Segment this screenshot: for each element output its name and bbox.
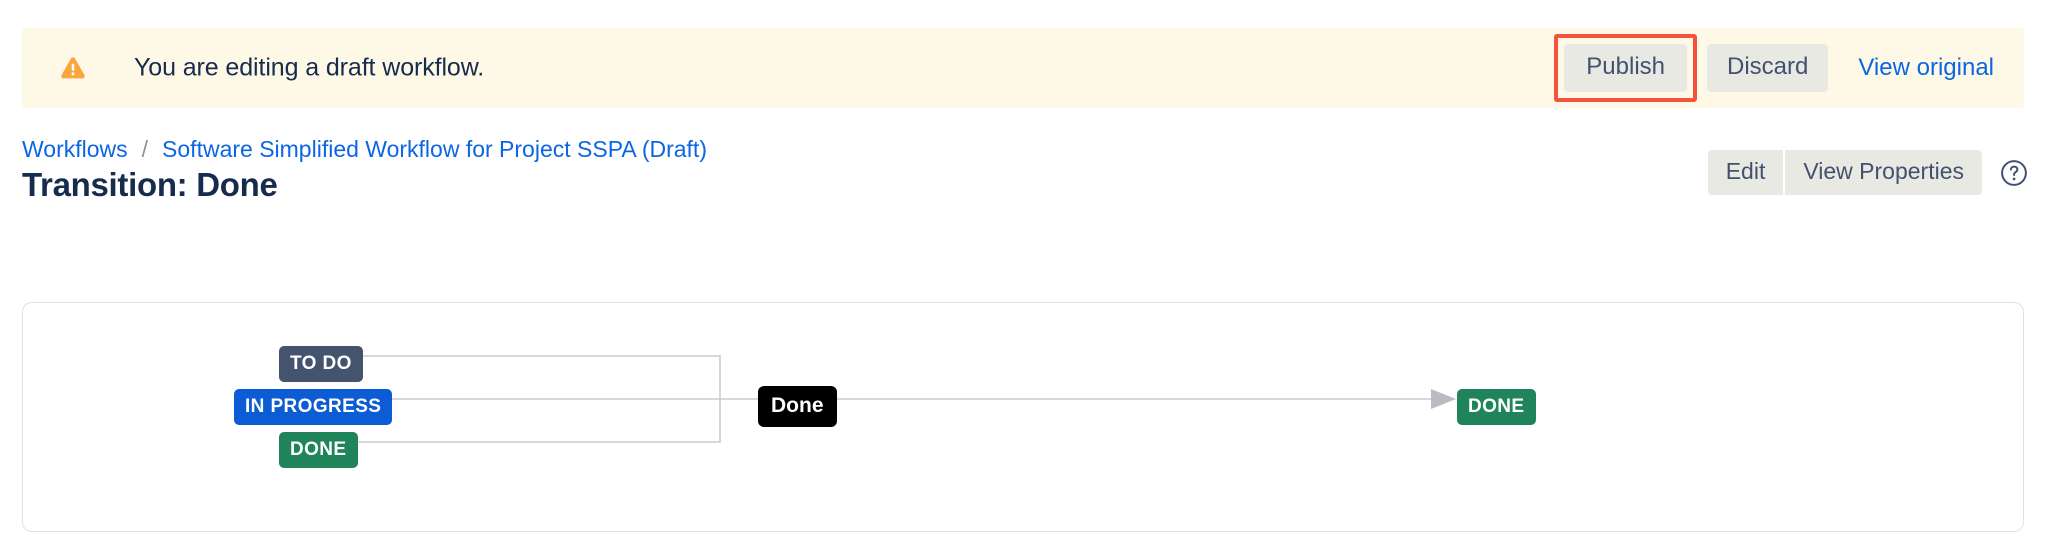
status-lozenge-done-target[interactable]: DONE — [1457, 389, 1536, 425]
breadcrumb-separator: / — [141, 136, 149, 162]
workflow-diagram-card: TO DO IN PROGRESS DONE Done DONE — [22, 302, 2024, 532]
breadcrumb-workflows-link[interactable]: Workflows — [22, 136, 128, 163]
view-original-link[interactable]: View original — [1858, 54, 1994, 82]
edit-button[interactable]: Edit — [1707, 150, 1784, 195]
publish-highlight-box: Publish — [1554, 34, 1697, 102]
question-circle-icon[interactable] — [2000, 159, 2028, 187]
banner-actions: Publish Discard View original — [1554, 34, 1994, 102]
page-title: Transition: Done — [22, 166, 278, 203]
status-lozenge-todo[interactable]: TO DO — [279, 346, 363, 382]
draft-workflow-banner: You are editing a draft workflow. Publis… — [22, 28, 2024, 108]
view-properties-button[interactable]: View Properties — [1785, 150, 1982, 195]
transition-label-done[interactable]: Done — [758, 386, 837, 427]
discard-button[interactable]: Discard — [1707, 44, 1829, 92]
warning-triangle-icon — [61, 57, 85, 79]
publish-button[interactable]: Publish — [1564, 44, 1687, 92]
breadcrumb: Workflows / Software Simplified Workflow… — [22, 136, 707, 163]
banner-message: You are editing a draft workflow. — [134, 53, 485, 82]
status-lozenge-in-progress[interactable]: IN PROGRESS — [234, 389, 393, 425]
arrowhead-icon — [1431, 389, 1456, 409]
header-actions: Edit View Properties — [1707, 150, 2028, 195]
breadcrumb-current-workflow-link[interactable]: Software Simplified Workflow for Project… — [162, 136, 707, 163]
status-lozenge-done-source[interactable]: DONE — [279, 432, 358, 468]
